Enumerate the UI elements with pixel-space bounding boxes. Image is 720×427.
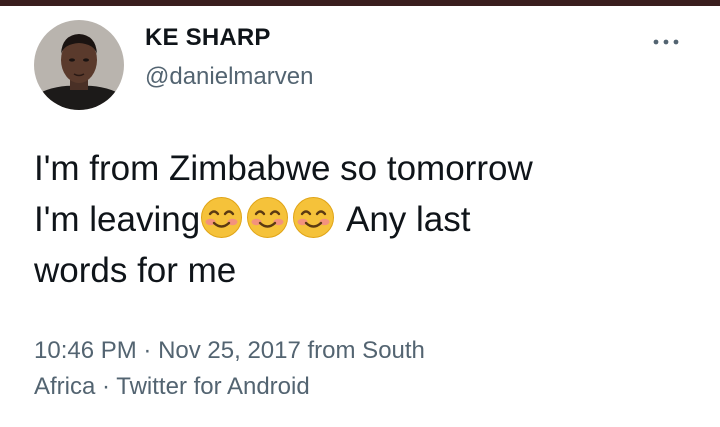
smiling-face-with-smiling-eyes-icon bbox=[292, 196, 335, 239]
tweet-text-line-3: words for me bbox=[34, 251, 237, 290]
more-horizontal-icon bbox=[653, 39, 679, 45]
tweet-meta-line-1: 10:46 PM · Nov 25, 2017 from South bbox=[34, 333, 694, 369]
tweet-text-line-2: I'm leaving Any last bbox=[34, 194, 694, 245]
more-options-button[interactable] bbox=[646, 30, 686, 54]
tweet-time-link[interactable]: 10:46 PM bbox=[34, 337, 137, 364]
tweet-date-link[interactable]: Nov 25, 2017 bbox=[158, 337, 301, 364]
meta-separator: · bbox=[136, 337, 159, 364]
author-handle[interactable]: @danielmarven bbox=[145, 63, 313, 91]
tweet-card: KE SHARP @danielmarven I'm from Zimbabwe… bbox=[0, 6, 720, 427]
author-display-name[interactable]: KE SHARP bbox=[145, 24, 271, 52]
tweet-text-line-1: I'm from Zimbabwe so tomorrow bbox=[34, 149, 533, 188]
tweet-text-line-2-prefix: I'm leaving bbox=[34, 200, 201, 239]
tweet-text-line-2-suffix: Any last bbox=[338, 200, 471, 239]
avatar[interactable] bbox=[34, 20, 124, 110]
meta-separator: · bbox=[95, 373, 117, 400]
tweet-meta-line-2: Africa · Twitter for Android bbox=[34, 369, 694, 405]
tweet-location-label: from South bbox=[300, 337, 425, 364]
tweet-location-rest: Africa bbox=[34, 373, 96, 400]
smiling-face-with-smiling-eyes-icon bbox=[200, 196, 243, 239]
tweet-source-link[interactable]: Twitter for Android bbox=[116, 373, 309, 400]
smiling-face-with-smiling-eyes-icon bbox=[246, 196, 289, 239]
tweet-text: I'm from Zimbabwe so tomorrow I'm leavin… bbox=[34, 143, 694, 296]
tweet-meta: 10:46 PM · Nov 25, 2017 from South Afric… bbox=[34, 333, 694, 405]
